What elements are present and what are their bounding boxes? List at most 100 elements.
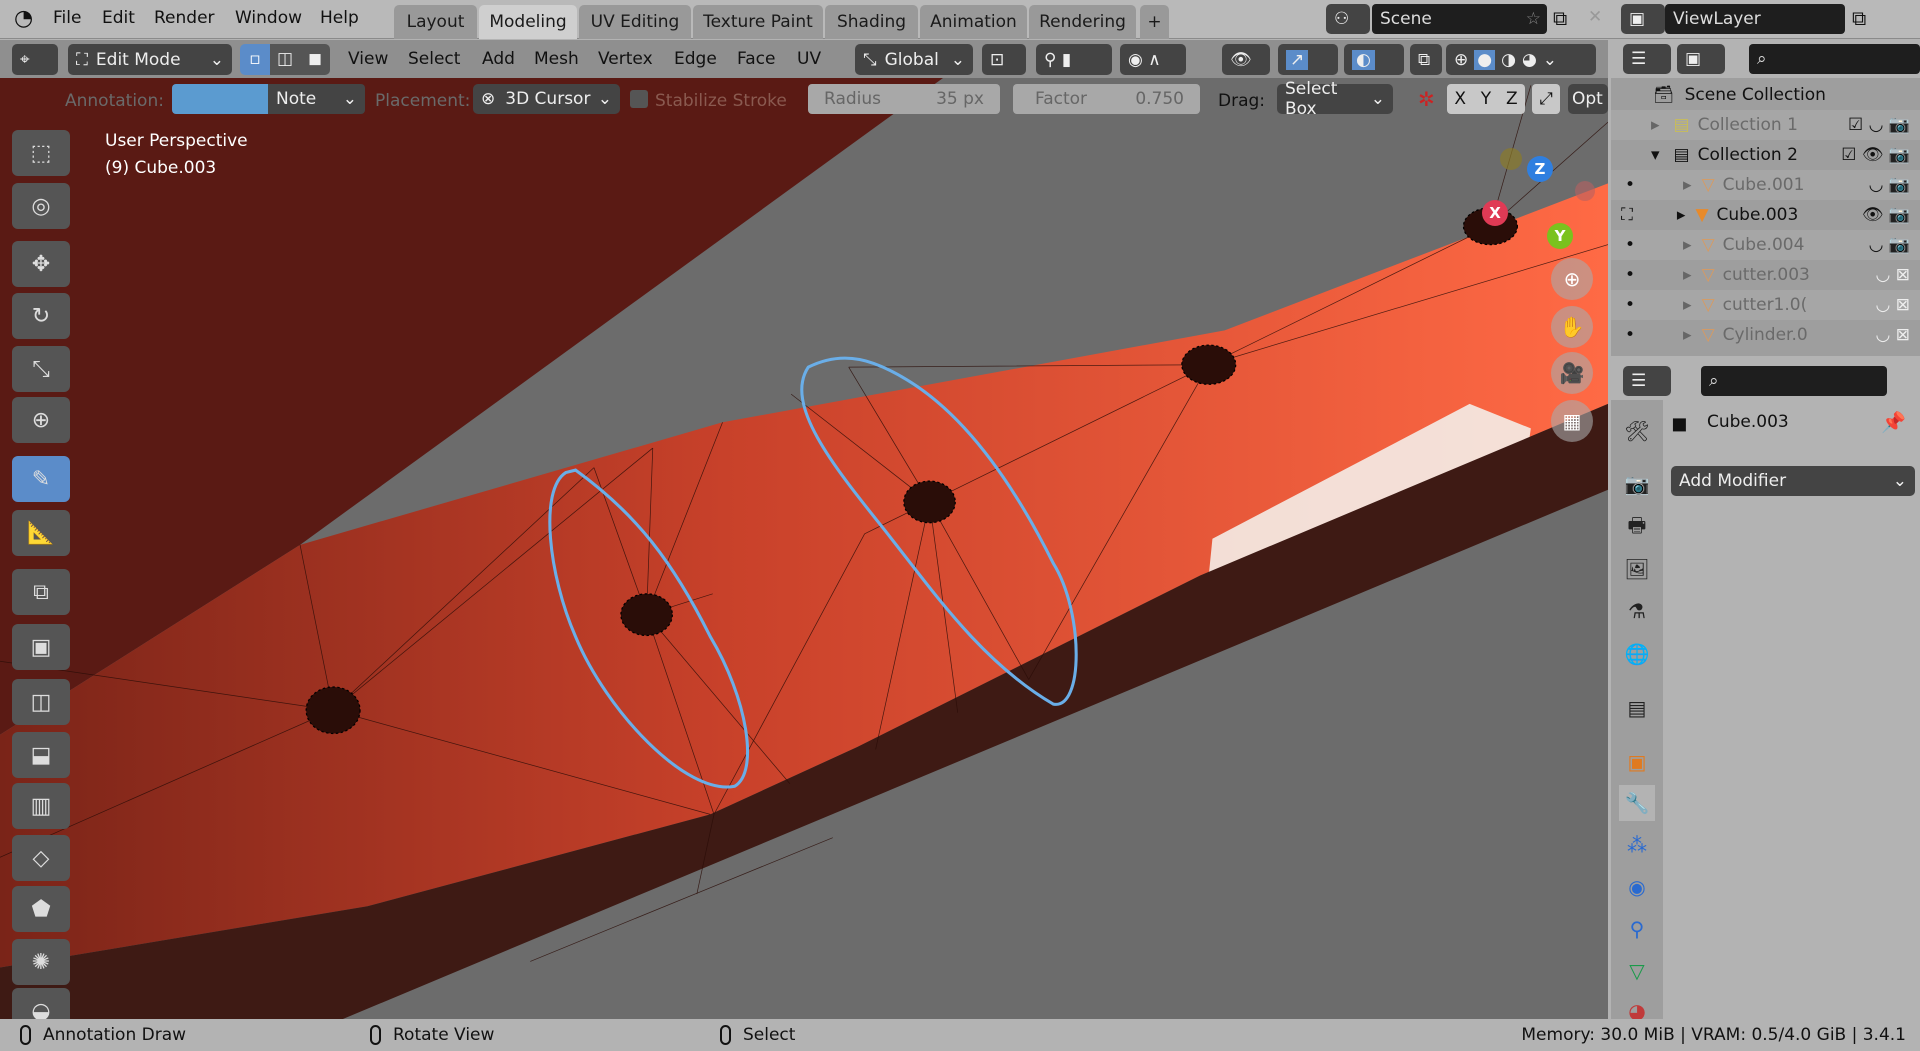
knife-tool-icon[interactable]: ◇ (12, 835, 70, 881)
gizmo-neg-x[interactable] (1575, 181, 1595, 201)
visibility-icons[interactable]: ◡ ⊠ (1876, 265, 1910, 285)
poly-build-tool-icon[interactable]: ⬟ (12, 886, 70, 932)
display-mode-icon[interactable]: ▣ (1677, 44, 1725, 74)
stabilize-checkbox[interactable] (630, 90, 648, 108)
object-tab-icon[interactable]: ▣ (1619, 744, 1655, 780)
placement-dropdown[interactable]: ⊗ 3D Cursor ⌄ (473, 84, 620, 114)
editor-type-icon[interactable]: ⌖ (12, 44, 58, 75)
menu-select[interactable]: Select (408, 49, 460, 69)
menu-view[interactable]: View (348, 49, 388, 69)
menu-face[interactable]: Face (737, 49, 775, 69)
note-dropdown[interactable]: Note ⌄ (268, 84, 365, 114)
shading-options-icon[interactable]: ⌄ (1543, 50, 1557, 70)
tab-layout[interactable]: Layout (394, 5, 477, 39)
mode-dropdown[interactable]: ⛶ Edit Mode ⌄ (68, 44, 232, 75)
render-tab-icon[interactable]: 📷 (1619, 466, 1655, 502)
outliner-row-cube-001[interactable]: • ▸ ▽ Cube.001 ◡ 📷 (1611, 170, 1920, 200)
add-cube-tool-icon[interactable]: ⧉ (12, 569, 70, 615)
material-shading-icon[interactable]: ◑ (1501, 50, 1516, 70)
visibility-icons[interactable]: ◡ ⊠ (1876, 295, 1910, 315)
gizmo-x-axis[interactable]: X (1482, 200, 1508, 226)
visibility-icons[interactable]: ◡ ⊠ (1876, 325, 1910, 345)
menu-vertex[interactable]: Vertex (598, 49, 653, 69)
zoom-view-icon[interactable]: ⊕ (1551, 258, 1593, 300)
smooth-tool-icon[interactable]: ◒ (12, 988, 70, 1019)
tab-shading[interactable]: Shading (825, 5, 918, 39)
outliner-row-cutter-003[interactable]: • ▸ ▽ cutter.003 ◡ ⊠ (1611, 260, 1920, 290)
rotate-tool-icon[interactable]: ↻ (12, 293, 70, 339)
view-layer-field[interactable]: ViewLayer (1665, 4, 1845, 34)
xray-toggle-icon[interactable]: ⧉ (1410, 44, 1442, 75)
auto-merge-icon[interactable]: ⤢ (1532, 84, 1560, 114)
wireframe-shading-icon[interactable]: ⊕ (1454, 50, 1468, 70)
menu-window[interactable]: Window (235, 8, 302, 28)
tab-uv-editing[interactable]: UV Editing (579, 5, 691, 39)
pan-view-icon[interactable]: ✋ (1551, 306, 1593, 348)
tab-animation[interactable]: Animation (920, 5, 1027, 39)
outliner-row-cube-003[interactable]: ⛶ ▸ ▼ Cube.003 👁 📷 (1611, 200, 1920, 230)
orientation-dropdown[interactable]: ⤡ Global ⌄ (855, 44, 973, 75)
annotate-tool-icon[interactable]: ✎ (12, 456, 70, 502)
face-select-icon[interactable]: ◼ (300, 44, 330, 75)
3d-viewport[interactable]: Annotation: Note ⌄ Placement: ⊗ 3D Cursor ⌄… (0, 78, 1608, 1019)
factor-slider[interactable]: Factor 0.750 (1013, 84, 1200, 114)
menu-mesh[interactable]: Mesh (534, 49, 579, 69)
gizmo-z-axis[interactable]: Z (1527, 156, 1553, 182)
properties-search-input[interactable]: ⌕ (1701, 366, 1887, 396)
visibility-icon[interactable]: 👁 (1222, 44, 1270, 75)
visibility-icons[interactable]: ◡ 📷 (1869, 175, 1910, 195)
extrude-tool-icon[interactable]: ▣ (12, 624, 70, 670)
constraints-tab-icon[interactable]: ⚲ (1619, 911, 1655, 947)
pin-icon[interactable]: ☆ (1526, 9, 1541, 29)
scene-tab-icon[interactable]: ⚗ (1619, 593, 1655, 629)
menu-edit[interactable]: Edit (102, 8, 135, 28)
output-tab-icon[interactable]: 🖶 (1619, 510, 1655, 546)
outliner-row-scene-collection[interactable]: 🗃 Scene Collection (1611, 80, 1920, 110)
view-layer-tab-icon[interactable]: 🖼 (1619, 551, 1655, 587)
gizmo-y-axis[interactable]: Y (1547, 223, 1573, 249)
world-tab-icon[interactable]: 🌐 (1619, 636, 1655, 672)
scale-tool-icon[interactable]: ⤡ (12, 346, 70, 392)
gizmo-neg-y[interactable] (1500, 148, 1522, 170)
physics-tab-icon[interactable]: ◉ (1619, 869, 1655, 905)
outliner-row-collection-2[interactable]: ▾ ▤ Collection 2 ☑ 👁 📷 (1611, 140, 1920, 170)
radius-slider[interactable]: Radius 35 px (808, 84, 1000, 114)
overlay-toggle-icon[interactable]: ◐ (1344, 44, 1404, 75)
menu-edge[interactable]: Edge (674, 49, 717, 69)
options-dropdown[interactable]: Opt (1568, 84, 1608, 114)
menu-help[interactable]: Help (320, 8, 359, 28)
axis-y-toggle[interactable]: Y (1481, 89, 1491, 109)
scene-type-icon[interactable]: ⚇ (1326, 4, 1370, 34)
outliner-row-cube-004[interactable]: • ▸ ▽ Cube.004 ◡ 📷 (1611, 230, 1920, 260)
measure-tool-icon[interactable]: 📐 (12, 510, 70, 556)
axis-z-toggle[interactable]: Z (1506, 89, 1518, 109)
menu-uv[interactable]: UV (797, 49, 821, 69)
scene-field[interactable]: Scene ☆ (1372, 4, 1547, 34)
snap-icon[interactable]: ⚲ ▮ (1036, 44, 1112, 75)
proportional-edit-icon[interactable]: ◉ ∧ (1120, 44, 1186, 75)
particles-tab-icon[interactable]: ⁂ (1619, 827, 1655, 863)
delete-scene-icon[interactable]: ✕ (1588, 7, 1602, 27)
edge-select-icon[interactable]: ◫ (270, 44, 300, 75)
pivot-point-icon[interactable]: ⊡ (982, 44, 1026, 75)
cursor-tool-icon[interactable]: ◎ (12, 183, 70, 229)
blender-logo-icon[interactable]: ◔ (14, 6, 33, 31)
vertex-select-icon[interactable]: ▫ (240, 44, 270, 75)
annotation-color-swatch[interactable] (172, 84, 268, 114)
visibility-icons[interactable]: ☑ 👁 📷 (1841, 145, 1910, 165)
perspective-toggle-icon[interactable]: ▦ (1551, 400, 1593, 442)
visibility-icons[interactable]: 👁 📷 (1862, 205, 1910, 225)
tab-rendering[interactable]: Rendering (1029, 5, 1136, 39)
loop-cut-tool-icon[interactable]: ▥ (12, 783, 70, 829)
drag-dropdown[interactable]: Select Box ⌄ (1277, 79, 1393, 119)
camera-view-icon[interactable]: 🎥 (1551, 352, 1593, 394)
outliner-row-collection-1[interactable]: ▸ ▤ Collection 1 ☑ ◡ 📷 (1611, 110, 1920, 140)
edit-mode-icon[interactable]: ⛶ (1621, 205, 1633, 225)
move-tool-icon[interactable]: ✥ (12, 241, 70, 287)
new-scene-icon[interactable]: ⧉ (1553, 6, 1567, 30)
tab-modeling[interactable]: Modeling (479, 5, 577, 39)
new-view-layer-icon[interactable]: ⧉ (1852, 6, 1866, 30)
menu-render[interactable]: Render (154, 8, 215, 28)
navigation-gizmo[interactable]: Z X Y (1470, 148, 1595, 258)
mirror-icon[interactable]: ✲ (1418, 87, 1435, 111)
